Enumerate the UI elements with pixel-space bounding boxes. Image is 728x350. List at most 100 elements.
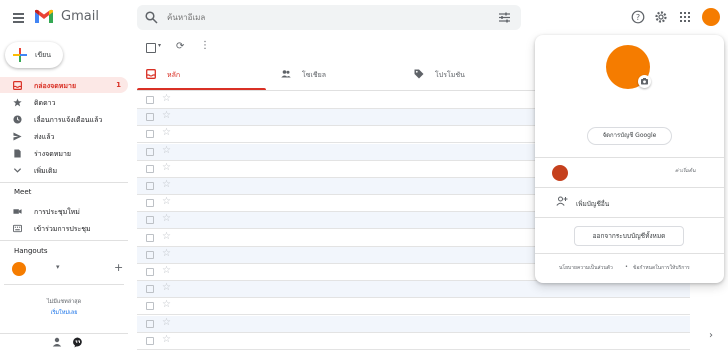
- people-icon: [281, 70, 291, 78]
- default-account-label: ค่าเริ่มต้น: [675, 168, 696, 174]
- star-outline-icon[interactable]: ☆: [162, 93, 171, 105]
- sidebar-item-sent[interactable]: ส่งแล้ว: [0, 128, 128, 144]
- inbox-tab-icon: [146, 69, 156, 79]
- sidebar-item-starred[interactable]: ติดดาว: [0, 94, 128, 110]
- settings-gear-icon[interactable]: [654, 10, 668, 24]
- terms-of-service-link[interactable]: ข้อกำหนดในการให้บริการ: [633, 264, 690, 272]
- star-outline-icon[interactable]: ☆: [162, 127, 171, 139]
- email-row-checkbox[interactable]: [146, 147, 154, 156]
- search-input[interactable]: [167, 9, 467, 25]
- star-outline-icon[interactable]: ☆: [162, 145, 171, 157]
- sidebar-item-inbox[interactable]: กล่องจดหมาย 1: [0, 77, 128, 93]
- sidebar-item-drafts[interactable]: ร่างจดหมาย: [0, 145, 128, 161]
- svg-text:?: ?: [636, 13, 640, 22]
- add-account-link[interactable]: เพิ่มบัญชีอื่น: [576, 199, 609, 209]
- manage-google-account-button[interactable]: จัดการบัญชี Google: [587, 127, 672, 145]
- sidebar-divider: [0, 240, 128, 241]
- sidebar-item-new-meeting[interactable]: การประชุมใหม่: [0, 203, 128, 219]
- add-person-icon[interactable]: [556, 195, 568, 207]
- hangouts-avatar[interactable]: [12, 262, 26, 276]
- chevron-down-icon: [13, 168, 22, 173]
- email-row-checkbox[interactable]: [146, 285, 154, 294]
- account-avatar[interactable]: [702, 8, 720, 26]
- star-outline-icon[interactable]: ☆: [162, 248, 171, 260]
- apps-grid-icon[interactable]: [678, 10, 692, 24]
- sidebar-item-more[interactable]: เพิ่มเติม: [0, 162, 128, 178]
- email-row-checkbox[interactable]: [146, 336, 154, 345]
- tab-promotions[interactable]: โปรโมชัน: [405, 58, 533, 90]
- search-bar[interactable]: [137, 5, 521, 30]
- sidebar-item-join-meeting[interactable]: เข้าร่วมการประชุม: [0, 220, 128, 236]
- sidebar-item-snoozed[interactable]: เลื่อนการแจ้งเตือนแล้ว: [0, 111, 128, 127]
- inbox-icon: [13, 81, 22, 90]
- camera-icon[interactable]: [638, 75, 651, 88]
- sidebar-item-label: เพิ่มเติม: [34, 167, 58, 175]
- secondary-account-avatar[interactable]: [552, 165, 568, 181]
- more-options-icon[interactable]: ⋮: [200, 40, 210, 51]
- sidebar-divider: [0, 182, 128, 183]
- panel-divider: [535, 253, 724, 254]
- draft-icon: [14, 149, 21, 158]
- select-options-caret-icon[interactable]: ▾: [158, 42, 161, 49]
- star-outline-icon[interactable]: ☆: [162, 317, 171, 329]
- search-options-icon[interactable]: [498, 11, 511, 24]
- email-row-checkbox[interactable]: [146, 164, 154, 173]
- plus-icon: [13, 48, 27, 62]
- compose-label: เขียน: [35, 51, 52, 59]
- star-outline-icon[interactable]: ☆: [162, 196, 171, 208]
- start-new-chat-link[interactable]: เริ่มใหม่เลย: [0, 309, 128, 317]
- add-chat-icon[interactable]: +: [114, 261, 123, 274]
- sign-out-all-button[interactable]: ออกจากระบบบัญชีทั้งหมด: [574, 226, 684, 246]
- chat-bubble-icon[interactable]: [72, 337, 83, 348]
- chevron-right-icon[interactable]: ›: [709, 330, 713, 341]
- star-outline-icon[interactable]: ☆: [162, 282, 171, 294]
- email-row-checkbox[interactable]: [146, 319, 154, 328]
- panel-divider: [535, 157, 724, 158]
- refresh-icon[interactable]: ⟳: [176, 41, 184, 52]
- panel-divider: [535, 217, 724, 218]
- star-outline-icon[interactable]: ☆: [162, 213, 171, 225]
- hangouts-section-title: Hangouts: [14, 247, 48, 255]
- email-row-checkbox[interactable]: [146, 250, 154, 259]
- tab-label: หลัก: [167, 71, 181, 79]
- compose-button[interactable]: เขียน: [5, 42, 63, 68]
- email-row[interactable]: ☆: [137, 333, 690, 350]
- email-row-checkbox[interactable]: [146, 199, 154, 208]
- tag-icon: [414, 69, 424, 79]
- email-row-checkbox[interactable]: [146, 130, 154, 139]
- email-row[interactable]: ☆: [137, 315, 690, 333]
- star-outline-icon[interactable]: ☆: [162, 265, 171, 277]
- email-row-checkbox[interactable]: [146, 113, 154, 122]
- hangouts-status-caret-icon[interactable]: ▾: [56, 263, 60, 271]
- email-row-checkbox[interactable]: [146, 216, 154, 225]
- email-row-checkbox[interactable]: [146, 268, 154, 276]
- sidebar-divider: [4, 284, 124, 285]
- email-row-checkbox[interactable]: [146, 96, 154, 104]
- sidebar-divider: [0, 333, 128, 334]
- email-row[interactable]: ☆: [137, 281, 690, 299]
- star-outline-icon[interactable]: ☆: [162, 299, 171, 311]
- email-row-checkbox[interactable]: [146, 182, 154, 190]
- email-row-checkbox[interactable]: [146, 302, 154, 311]
- email-row-checkbox[interactable]: [146, 233, 154, 242]
- tab-primary[interactable]: หลัก: [137, 58, 265, 90]
- sidebar-item-label: กล่องจดหมาย: [34, 82, 77, 90]
- star-outline-icon[interactable]: ☆: [162, 162, 171, 174]
- search-icon[interactable]: [145, 11, 158, 24]
- person-icon[interactable]: [52, 337, 62, 347]
- star-outline-icon[interactable]: ☆: [162, 179, 171, 191]
- email-row[interactable]: ☆: [137, 298, 690, 316]
- top-bar: Gmail ?: [0, 0, 728, 36]
- privacy-policy-link[interactable]: นโยบายความเป็นส่วนตัว: [559, 264, 613, 272]
- help-icon[interactable]: ?: [631, 10, 645, 24]
- clock-icon: [13, 115, 22, 124]
- select-all-checkbox[interactable]: [146, 43, 156, 53]
- sidebar-item-label: ติดดาว: [34, 99, 56, 107]
- unread-count: 1: [116, 81, 121, 89]
- main-menu-button[interactable]: [11, 10, 27, 26]
- star-outline-icon[interactable]: ☆: [162, 110, 171, 122]
- gmail-logo-icon[interactable]: [34, 9, 54, 24]
- tab-social[interactable]: โซเชียล: [272, 58, 400, 90]
- star-outline-icon[interactable]: ☆: [162, 231, 171, 243]
- star-outline-icon[interactable]: ☆: [162, 334, 171, 346]
